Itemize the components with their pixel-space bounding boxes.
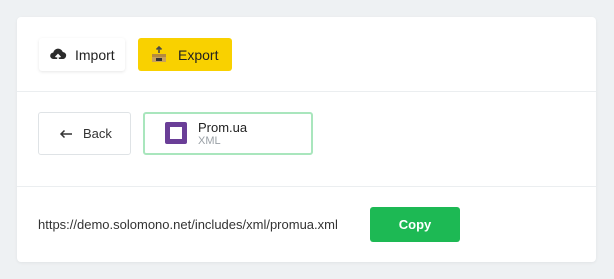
arrow-left-icon [59,129,73,139]
export-label: Export [178,46,219,63]
copy-button[interactable]: Copy [370,207,460,242]
import-label: Import [75,46,115,63]
format-name: Prom.ua [198,120,248,135]
export-card: Import Export Back Prom.ua XML https://d… [17,17,596,262]
export-url: https://demo.solomono.net/includes/xml/p… [38,217,338,232]
format-type: XML [198,135,221,147]
divider [17,91,596,92]
package-export-icon [150,45,168,64]
format-card-prom[interactable]: Prom.ua XML [143,112,313,155]
back-button[interactable]: Back [38,112,131,155]
prom-logo [165,122,187,144]
divider [17,186,596,187]
back-label: Back [83,126,112,141]
export-button[interactable]: Export [138,38,232,71]
import-button[interactable]: Import [39,38,125,71]
cloud-upload-icon [49,47,67,63]
copy-label: Copy [398,217,432,232]
